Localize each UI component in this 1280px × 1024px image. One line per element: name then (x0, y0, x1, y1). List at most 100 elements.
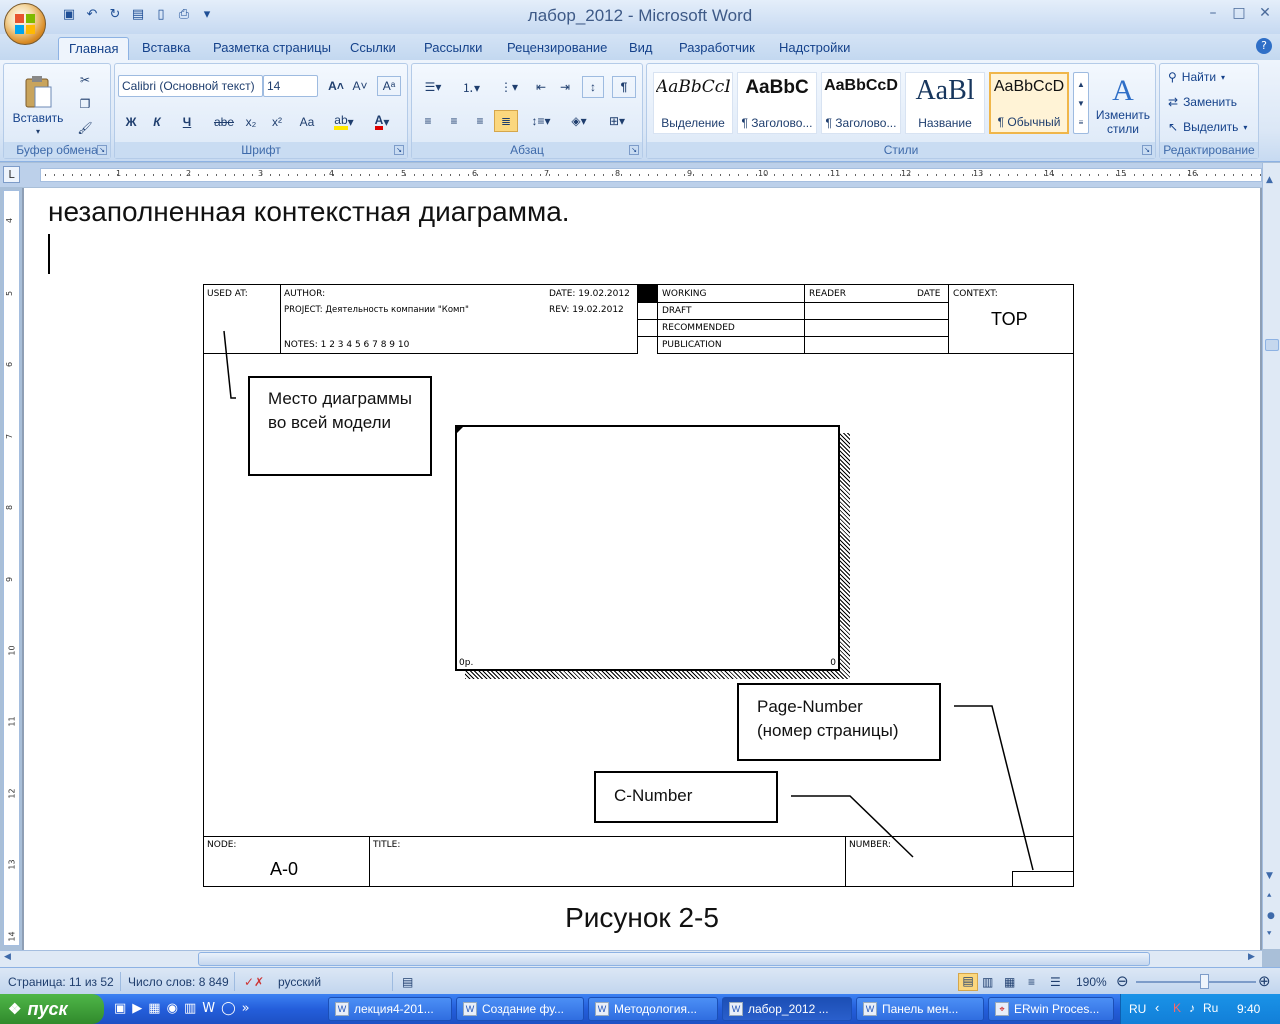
select-button[interactable]: ↖ Выделить ▾ (1168, 120, 1247, 134)
align-left-icon[interactable]: ≡ (416, 110, 440, 132)
borders-icon[interactable]: ⊞▾ (600, 110, 634, 132)
print-layout-icon[interactable]: ▤ (958, 973, 978, 991)
outline-icon[interactable]: ≡ (1028, 975, 1035, 989)
horizontal-scroll-thumb[interactable] (198, 952, 1150, 966)
numbering-icon[interactable]: ⒈▾ (454, 76, 488, 98)
tab-page-layout[interactable]: Разметка страницы (203, 37, 341, 60)
start-button[interactable]: ❖ пуск (0, 994, 104, 1024)
page-indicator[interactable]: Страница: 11 из 52 (8, 975, 114, 989)
proofing-icon[interactable]: ✓✗ (244, 975, 264, 989)
zoom-slider[interactable] (1136, 981, 1256, 983)
opera-icon[interactable]: ◯ (221, 1001, 236, 1016)
decrease-indent-icon[interactable]: ⇤ (530, 76, 552, 98)
styles-launcher-icon[interactable]: ↘ (1142, 145, 1152, 155)
sort-icon[interactable]: ↕ (582, 76, 604, 98)
clipboard-launcher-icon[interactable]: ↘ (97, 145, 107, 155)
style-title[interactable]: AaBl Название (905, 72, 985, 134)
tab-insert[interactable]: Вставка (132, 37, 200, 60)
maximize-button[interactable]: □ (1230, 4, 1248, 22)
tab-review[interactable]: Рецензирование (497, 37, 617, 60)
justify-icon[interactable]: ≣ (494, 110, 518, 132)
vertical-scrollbar[interactable]: ▲ ▼ ⯅ ● ⯆ (1262, 163, 1280, 949)
scroll-left-icon[interactable]: ◀ (4, 952, 11, 962)
font-size-input[interactable]: 14 (263, 75, 318, 97)
language-bar[interactable]: RU (1129, 1002, 1146, 1016)
word-count[interactable]: Число слов: 8 849 (128, 975, 229, 989)
task-erwin[interactable]: ⌖ ERwin Proces... (988, 997, 1114, 1021)
change-styles-button[interactable]: A Изменить стили (1093, 70, 1153, 140)
replace-button[interactable]: ⇄ Заменить (1168, 95, 1237, 109)
tab-mailings[interactable]: Рассылки (414, 37, 492, 60)
font-name-input[interactable]: Calibri (Основной текст) (118, 75, 263, 97)
word-quicklaunch-icon[interactable]: W (202, 1001, 215, 1016)
copy-icon[interactable]: ❐ (74, 94, 96, 114)
help-icon[interactable]: ? (1256, 38, 1272, 54)
macro-icon[interactable]: ▤ (402, 975, 413, 989)
align-center-icon[interactable]: ≡ (442, 110, 466, 132)
full-screen-reading-icon[interactable]: ▥ (982, 975, 993, 989)
styles-scroll[interactable]: ▲ ▼ ≡ (1073, 72, 1089, 134)
show-marks-icon[interactable]: ¶ (612, 76, 636, 98)
subscript-button[interactable]: x₂ (239, 111, 263, 133)
tab-home[interactable]: Главная (58, 37, 130, 60)
tab-stop-selector[interactable]: L (3, 166, 20, 183)
office-button[interactable] (4, 3, 46, 45)
zoom-out-icon[interactable]: ⊖ (1116, 972, 1129, 990)
next-page-icon[interactable]: ⯆ (1266, 929, 1272, 939)
line-spacing-icon[interactable]: ↕≡▾ (524, 110, 558, 132)
paragraph-launcher-icon[interactable]: ↘ (629, 145, 639, 155)
draft-icon[interactable]: ☰ (1050, 975, 1061, 989)
winrar-icon[interactable]: ▦ (148, 1001, 160, 1016)
bullets-icon[interactable]: ☰▾ (416, 76, 450, 98)
style-emphasis[interactable]: AaBbCcI Выделение (653, 72, 733, 134)
web-layout-icon[interactable]: ▦ (1004, 975, 1015, 989)
vertical-ruler[interactable]: 4 5 6 7 8 9 10 11 12 13 14 (3, 190, 20, 946)
font-launcher-icon[interactable]: ↘ (394, 145, 404, 155)
align-right-icon[interactable]: ≡ (468, 110, 492, 132)
shading-icon[interactable]: ◈▾ (562, 110, 596, 132)
paste-button[interactable]: Вставить ▾ (10, 68, 66, 142)
punto-icon[interactable]: Ru (1203, 1001, 1218, 1015)
bold-button[interactable]: Ж (120, 111, 142, 133)
tab-view[interactable]: Вид (619, 37, 663, 60)
media-player-icon[interactable]: ▶ (132, 1001, 142, 1016)
change-case-button[interactable]: Aa (291, 111, 323, 133)
highlight-icon[interactable]: ab ▾ (327, 111, 361, 133)
italic-button[interactable]: К (146, 111, 168, 133)
task-methodology[interactable]: W Методология... (588, 997, 718, 1021)
document-page[interactable]: незаполненная контекстная диаграмма. USE… (24, 188, 1260, 950)
antivirus-icon[interactable]: K (1173, 1001, 1181, 1015)
cut-icon[interactable]: ✂ (74, 70, 96, 90)
scroll-down-icon[interactable]: ▼ (1266, 871, 1273, 881)
minimize-button[interactable]: – (1204, 4, 1222, 22)
strikethrough-button[interactable]: abe (211, 111, 237, 133)
vertical-scroll-thumb[interactable] (1265, 339, 1279, 351)
scroll-up-icon[interactable]: ▲ (1266, 175, 1273, 185)
increase-indent-icon[interactable]: ⇥ (554, 76, 576, 98)
superscript-button[interactable]: x² (265, 111, 289, 133)
style-normal[interactable]: AaBbCcD ¶ Обычный (989, 72, 1069, 134)
task-labor-2012[interactable]: Wлабор_2012 ... (722, 997, 852, 1021)
chrome-icon[interactable]: ◉ (167, 1001, 178, 1016)
app-icon[interactable]: ▥ (184, 1001, 196, 1016)
tab-addins[interactable]: Надстройки (769, 37, 860, 60)
quicklaunch-more-icon[interactable]: » (242, 1001, 250, 1016)
zoom-slider-thumb[interactable] (1200, 974, 1209, 989)
multilevel-list-icon[interactable]: ⋮▾ (492, 76, 526, 98)
prev-page-icon[interactable]: ⯅ (1266, 891, 1272, 901)
task-panel[interactable]: W Панель мен... (856, 997, 984, 1021)
style-heading2[interactable]: AaBbCcD ¶ Заголово... (821, 72, 901, 134)
scroll-right-icon[interactable]: ▶ (1248, 952, 1255, 962)
close-button[interactable]: ✕ (1256, 4, 1274, 22)
clear-format-icon[interactable]: Aᵃ (377, 76, 401, 96)
task-creation[interactable]: W Создание фу... (456, 997, 584, 1021)
zoom-in-icon[interactable]: ⊕ (1258, 972, 1271, 990)
volume-icon[interactable]: ♪ (1189, 1001, 1195, 1015)
underline-button[interactable]: Ч (172, 111, 202, 133)
browse-object-icon[interactable]: ● (1267, 911, 1275, 921)
tray-collapse-icon[interactable]: ‹ (1155, 1000, 1159, 1015)
language-indicator[interactable]: русский (278, 975, 321, 989)
format-painter-icon[interactable]: 🖌 (74, 118, 96, 138)
tab-developer[interactable]: Разработчик (669, 37, 765, 60)
shrink-font-icon[interactable]: A˅ (349, 76, 371, 96)
